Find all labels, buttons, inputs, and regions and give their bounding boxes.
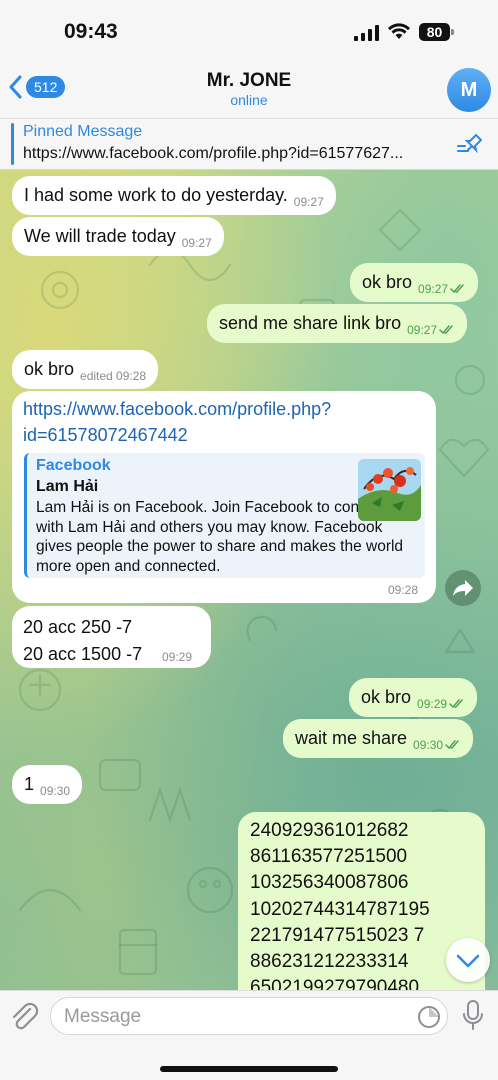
message-text: 1 — [24, 774, 35, 794]
battery-tip — [451, 29, 454, 35]
message-incoming[interactable]: 1 09:30 — [12, 765, 83, 804]
chevron-down-icon — [456, 954, 480, 968]
message-text: 20 acc 1500 -7 — [23, 644, 143, 664]
contact-status: online — [230, 92, 268, 108]
number-line: 10202744314787195 — [250, 898, 430, 920]
preview-thumbnail — [358, 459, 421, 521]
message-time: 09:30 — [413, 737, 444, 752]
pinned-text: https://www.facebook.com/profile.php?id=… — [23, 145, 404, 162]
pinned-list-icon[interactable] — [456, 132, 482, 156]
message-outgoing[interactable]: send me share link bro 09:27 — [207, 304, 468, 343]
message-time: 09:27 — [407, 322, 438, 337]
message-outgoing[interactable]: ok bro 09:29 — [349, 678, 478, 717]
message-incoming[interactable]: I had some work to do yesterday. 09:27 — [12, 176, 336, 215]
message-input[interactable] — [64, 1006, 404, 1028]
message-time: 09:27 — [293, 194, 324, 209]
number-line: 861163577251500 — [250, 846, 408, 868]
message-outgoing[interactable]: ok bro 09:27 — [350, 263, 479, 302]
message-text: wait me share — [295, 728, 408, 748]
message-text: We will trade today — [24, 226, 176, 246]
message-text: ok bro — [24, 359, 75, 379]
number-line: 103256340087806 — [250, 872, 409, 894]
number-line: 886231212233314 — [250, 951, 409, 973]
message-incoming[interactable]: 20 acc 250 -7 20 acc 1500 -7 09:29 — [12, 606, 211, 668]
battery-indicator: 80 — [419, 23, 450, 41]
attach-icon[interactable] — [10, 1001, 40, 1033]
pinned-accent-bar — [11, 123, 14, 165]
preview-title: Lam Hải — [36, 478, 99, 495]
wifi-icon — [388, 23, 410, 39]
flower-image — [358, 459, 421, 521]
read-receipt-icon — [445, 739, 459, 749]
link-preview-card[interactable]: Facebook Lam Hải Lam Hải is on Facebook.… — [24, 453, 425, 578]
cellular-signal-icon — [354, 25, 379, 41]
message-text: 20 acc 250 -7 — [23, 617, 133, 637]
home-indicator — [160, 1066, 338, 1072]
message-time: edited 09:28 — [80, 368, 147, 383]
message-text: I had some work to do yesterday. — [24, 185, 288, 205]
pinned-message-bar[interactable]: Pinned Message https://www.facebook.com/… — [0, 118, 498, 170]
read-receipt-icon — [450, 283, 464, 293]
message-link[interactable]: https://www.facebook.com/profile.php? — [23, 396, 331, 422]
message-time: 09:30 — [40, 783, 71, 798]
message-text: send me share link bro — [219, 313, 402, 333]
preview-site-name: Facebook — [36, 457, 111, 474]
message-incoming[interactable]: We will trade today 09:27 — [12, 217, 224, 256]
message-outgoing[interactable]: wait me share 09:30 — [283, 719, 474, 758]
read-receipt-icon — [439, 324, 453, 334]
message-time: 09:27 — [181, 235, 212, 250]
message-time: 09:28 — [388, 583, 419, 597]
scroll-to-bottom-button[interactable] — [446, 938, 490, 982]
message-time: 09:29 — [162, 650, 193, 664]
message-incoming[interactable]: ok bro edited 09:28 — [12, 350, 159, 389]
message-time: 09:29 — [417, 696, 448, 711]
avatar[interactable]: M — [447, 68, 491, 112]
message-text: ok bro — [362, 272, 413, 292]
pinned-title: Pinned Message — [23, 123, 143, 140]
microphone-icon[interactable] — [462, 1000, 484, 1030]
message-field[interactable] — [50, 997, 448, 1035]
message-link-preview[interactable]: https://www.facebook.com/profile.php? id… — [12, 391, 436, 603]
message-text: ok bro — [361, 687, 412, 707]
contact-name[interactable]: Mr. JONE — [0, 70, 498, 92]
forward-icon — [453, 580, 473, 596]
message-link[interactable]: id=61578072467442 — [23, 422, 331, 448]
number-line: 221791477515023 7 — [250, 924, 425, 946]
number-line: 240929361012682 — [250, 820, 409, 841]
sticker-icon[interactable] — [417, 1005, 441, 1029]
chat-header: 512 Mr. JONE online M — [0, 60, 498, 118]
status-bar: 09:43 80 — [0, 0, 498, 60]
message-time: 09:27 — [418, 281, 449, 296]
share-button[interactable] — [445, 570, 481, 606]
read-receipt-icon — [449, 698, 463, 708]
status-time: 09:43 — [64, 20, 118, 43]
